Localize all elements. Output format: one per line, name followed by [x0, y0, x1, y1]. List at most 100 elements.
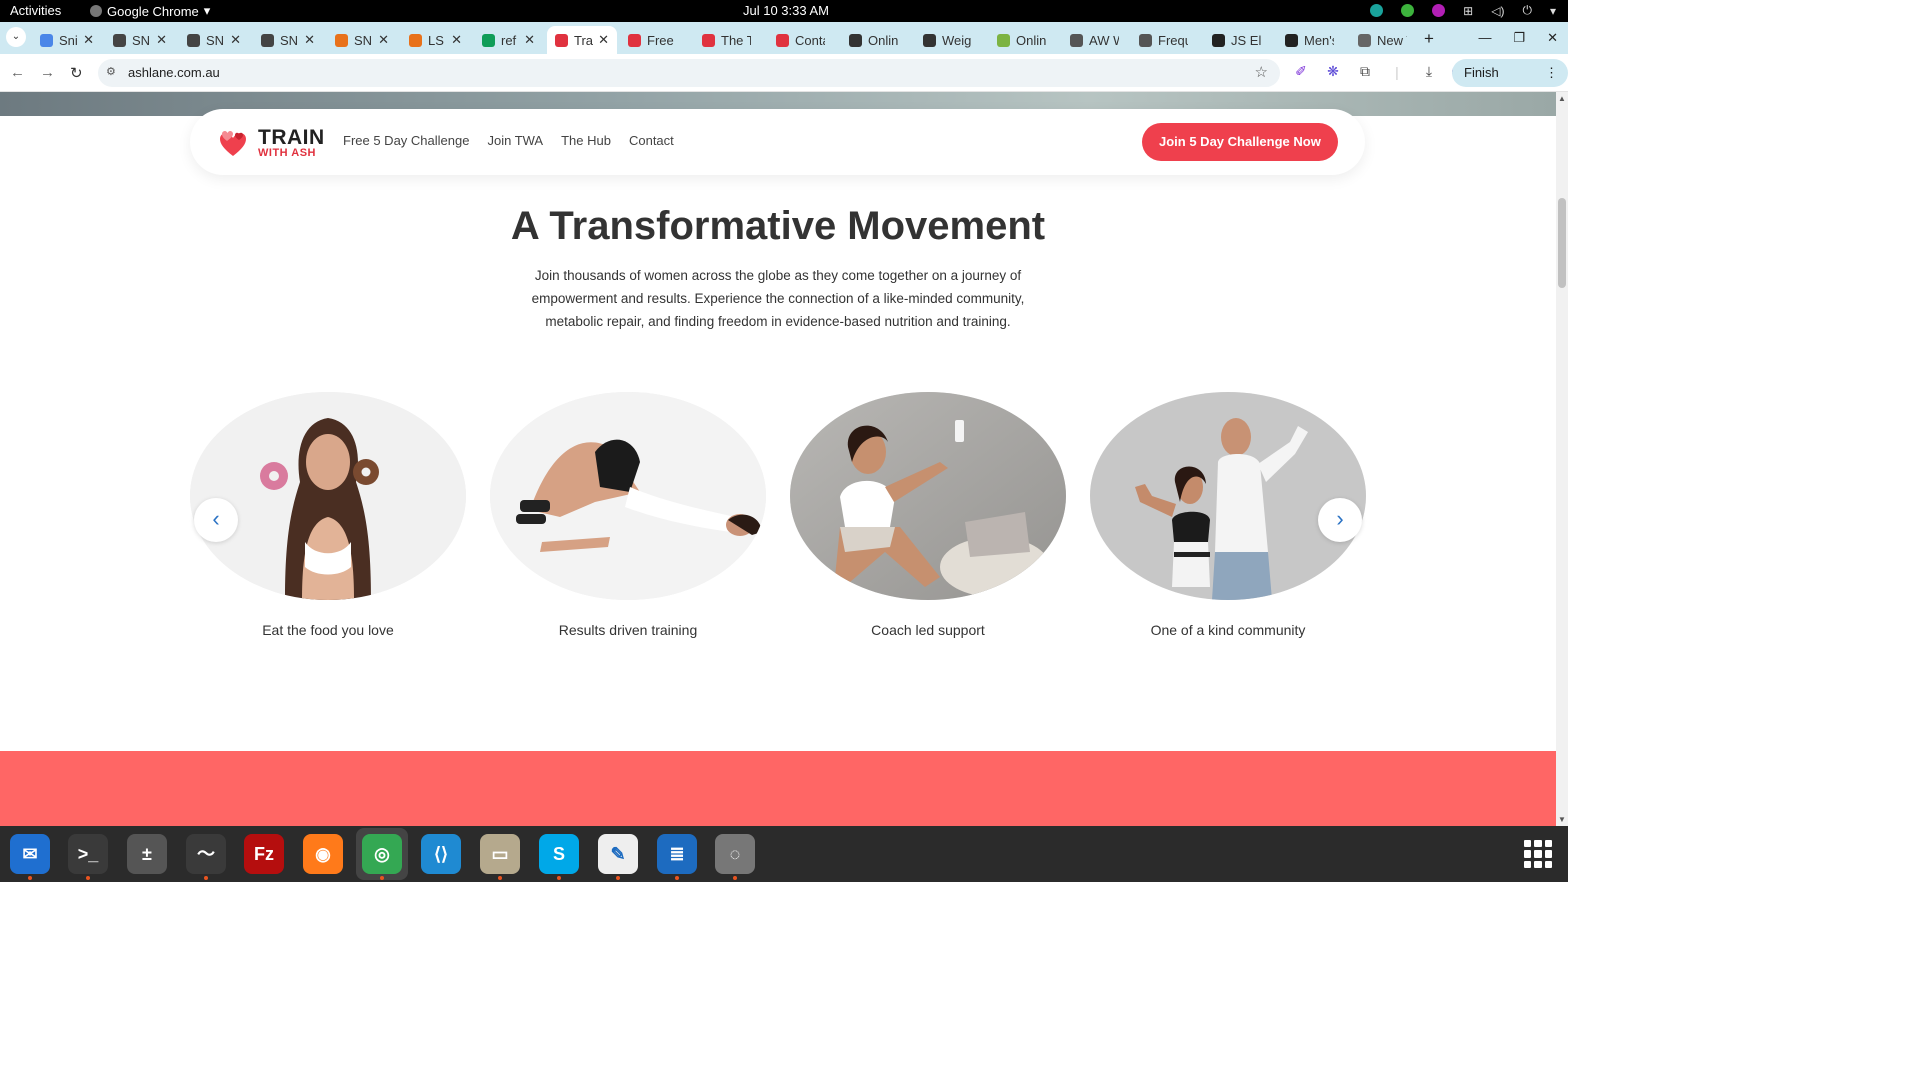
tab-title: Weigh [942, 32, 972, 48]
carousel-next-button[interactable]: › [1318, 498, 1362, 542]
vscode-icon[interactable]: ⟨⟩ [421, 834, 461, 874]
chrome-icon [90, 5, 102, 17]
site-info-icon[interactable]: ⚙ [106, 65, 116, 78]
app-indicator-icon[interactable] [1432, 4, 1446, 17]
bookmark-star-icon[interactable]: ☆ [1255, 63, 1268, 81]
thunderbird-icon[interactable]: ✉ [10, 834, 50, 880]
back-icon[interactable]: ← [10, 64, 25, 81]
tab-close-icon[interactable]: ✕ [451, 32, 462, 48]
browser-tab[interactable]: Weigh [915, 26, 985, 54]
browser-tab[interactable]: SN ✕ [253, 26, 323, 54]
tab-favicon-icon [1212, 33, 1225, 47]
check-icon[interactable] [1401, 4, 1415, 17]
restore-icon[interactable]: ❐ [1513, 30, 1525, 46]
sync-icon[interactable] [1370, 4, 1384, 17]
terminal-icon[interactable]: >_ [68, 834, 108, 880]
tab-title: Men's [1304, 32, 1334, 48]
pen-extension-icon[interactable]: ✐ [1292, 63, 1310, 80]
tab-favicon-icon [1358, 33, 1371, 47]
browser-tab[interactable]: Sni ✕ [32, 26, 102, 54]
browser-tab[interactable]: SN ✕ [179, 26, 249, 54]
close-icon[interactable]: ✕ [1547, 30, 1558, 46]
tab-close-icon[interactable]: ✕ [230, 32, 241, 48]
woman-glute-bridge-image [490, 392, 766, 600]
text-editor-icon[interactable]: ✎ [598, 834, 638, 880]
carousel-prev-button[interactable]: ‹ [194, 498, 238, 542]
ubuntu-dock: ✉ >_ ± 〜 Fz ◉ ◎ ⟨⟩ ▭ S ✎ ≣ ◌ [0, 826, 1568, 882]
tab-favicon-icon [1285, 33, 1298, 47]
nav-link-join-twa[interactable]: Join TWA [487, 133, 543, 148]
disk-icon[interactable]: ◌ [715, 834, 755, 880]
join-challenge-button[interactable]: Join 5 Day Challenge Now [1142, 123, 1338, 161]
page-scrollbar[interactable]: ▲ ▼ [1556, 92, 1568, 826]
feature-caption-food: Eat the food you love [262, 622, 394, 638]
tab-close-icon[interactable]: ✕ [156, 32, 167, 48]
scroll-down-icon[interactable]: ▼ [1558, 815, 1566, 824]
new-tab-button[interactable]: + [1424, 29, 1434, 49]
browser-tab[interactable]: Men's [1277, 26, 1347, 54]
feature-photo-community [1090, 392, 1366, 600]
tab-close-icon[interactable]: ✕ [378, 32, 389, 48]
feature-caption-training: Results driven training [558, 622, 698, 638]
tab-close-icon[interactable]: ✕ [598, 32, 609, 48]
finish-update-button[interactable]: Finish update ⋮ [1452, 59, 1568, 108]
minimize-icon[interactable]: — [1478, 30, 1491, 46]
network-icon[interactable]: ⊞ [1463, 4, 1473, 18]
volume-icon[interactable]: ◁) [1491, 4, 1504, 18]
browser-tab[interactable]: New T [1350, 26, 1420, 54]
nav-link-contact[interactable]: Contact [629, 133, 674, 148]
tab-search-button[interactable]: ⌄ [6, 27, 26, 47]
firefox-icon[interactable]: ◉ [303, 834, 343, 874]
scroll-up-icon[interactable]: ▲ [1558, 94, 1566, 103]
extensions-puzzle-icon[interactable]: ⧉ [1356, 63, 1374, 80]
browser-tab[interactable]: LS ✕ [401, 26, 470, 54]
address-bar[interactable]: ⚙ ashlane.com.au ☆ [98, 59, 1280, 87]
app-menu[interactable]: Google Chrome ▾ [90, 3, 210, 19]
reload-icon[interactable]: ↻ [70, 64, 83, 82]
browser-tab[interactable]: SN ✕ [327, 26, 397, 54]
browser-tab[interactable]: AW W [1062, 26, 1128, 54]
system-monitor-icon[interactable]: 〜 [186, 834, 226, 880]
kebab-menu-icon[interactable]: ⋮ [1545, 59, 1558, 87]
tab-close-icon[interactable]: ✕ [304, 32, 315, 48]
activities-button[interactable]: Activities [10, 3, 61, 18]
extension-icons: ✐ ❋ ⧉ | ⤓ P [1292, 63, 1470, 80]
tab-close-icon[interactable]: ✕ [524, 32, 535, 48]
scrollbar-thumb[interactable] [1558, 198, 1566, 288]
site-logo[interactable]: TRAIN WITH ASH [218, 127, 325, 159]
power-icon[interactable]: ⏻ [1522, 3, 1532, 18]
browser-tab[interactable]: Conta [768, 26, 838, 54]
nav-link-the-hub[interactable]: The Hub [561, 133, 611, 148]
files-icon[interactable]: ▭ [480, 834, 520, 880]
chrome-icon[interactable]: ◎ [362, 834, 402, 880]
show-apps-grid-icon[interactable] [1524, 840, 1552, 868]
browser-tab[interactable]: Free 5 [620, 26, 690, 54]
snowflake-extension-icon[interactable]: ❋ [1324, 63, 1342, 80]
couple-flexing-image [1090, 392, 1366, 600]
browser-tab[interactable]: JS Elit [1204, 26, 1274, 54]
tab-close-icon[interactable]: ✕ [83, 32, 94, 48]
clock[interactable]: Jul 10 3:33 AM [743, 3, 829, 18]
browser-tab[interactable]: Frequ [1131, 26, 1201, 54]
browser-tab[interactable]: Tra ✕ [547, 26, 617, 54]
calculator-icon[interactable]: ± [127, 834, 167, 874]
tab-favicon-icon [113, 33, 126, 47]
url-text[interactable]: ashlane.com.au [128, 65, 220, 80]
writer-icon[interactable]: ≣ [657, 834, 697, 880]
skype-icon[interactable]: S [539, 834, 579, 880]
browser-tab[interactable]: Online [989, 26, 1058, 54]
forward-icon[interactable]: → [40, 64, 55, 81]
system-top-bar: Activities Google Chrome ▾ Jul 10 3:33 A… [0, 0, 1568, 22]
browser-tab[interactable]: The T\ [694, 26, 764, 54]
nav-link-free-challenge[interactable]: Free 5 Day Challenge [343, 133, 469, 148]
tab-favicon-icon [555, 33, 568, 47]
chevron-down-icon[interactable]: ▾ [1550, 4, 1556, 18]
browser-tab[interactable]: ref ✕ [474, 26, 543, 54]
filezilla-icon[interactable]: Fz [244, 834, 284, 874]
tab-favicon-icon [849, 33, 862, 47]
tab-favicon-icon [923, 33, 936, 47]
browser-tab[interactable]: Online [841, 26, 911, 54]
feature-photo-food [190, 392, 466, 600]
browser-tab[interactable]: SN ✕ [105, 26, 175, 54]
downloads-icon[interactable]: ⤓ [1420, 63, 1438, 80]
